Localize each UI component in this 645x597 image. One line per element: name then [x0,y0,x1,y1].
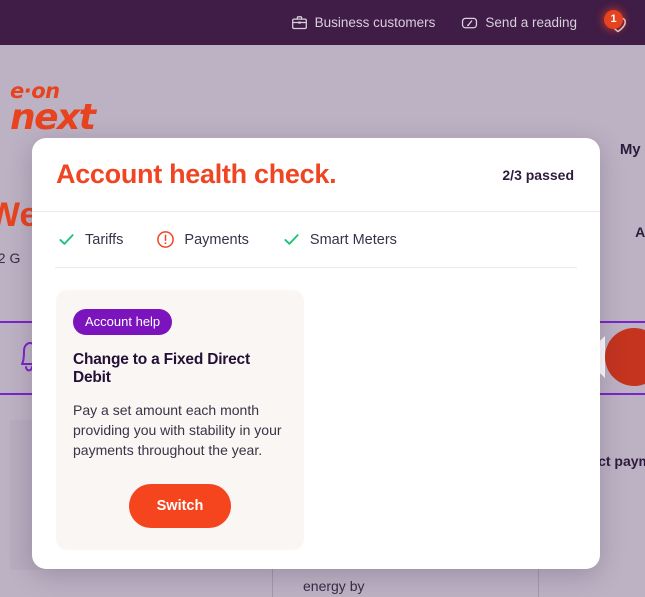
check-icon [57,230,76,249]
status-badge: 2/3 passed [502,166,574,183]
status-item-smart-meters[interactable]: Smart Meters [282,230,397,249]
card-title: Change to a Fixed Direct Debit [73,351,250,386]
saved-items-button[interactable]: 1 [603,9,633,36]
switch-button[interactable]: Switch [128,484,232,528]
alert-circle-icon [156,230,175,249]
card-action-row: Switch [73,484,287,528]
nav-item-my-account-label: My [619,141,641,158]
status-item-payments[interactable]: Payments [156,230,249,249]
send-a-reading-link[interactable]: Send a reading [461,14,577,31]
health-status-row: Tariffs Payments Smart Meters [55,212,577,268]
card-body-text: Pay a set amount each month providing yo… [73,402,282,458]
briefcase-icon [291,14,308,31]
status-item-tariffs-label: Tariffs [85,231,124,248]
status-item-tariffs[interactable]: Tariffs [57,230,123,249]
page-title: Account health check. [56,159,337,189]
nav-item-my-account[interactable]: My [620,141,641,158]
logo-next-text: next [10,97,96,138]
account-number-text: 92 G [0,250,21,266]
modal-card-area: Account help Change to a Fixed Direct De… [32,268,600,550]
status-item-payments-label: Payments [184,231,249,248]
energy-by-text: energy by [303,578,365,594]
account-help-card: Account help Change to a Fixed Direct De… [56,290,304,550]
business-customers-link[interactable]: Business customers [291,14,436,31]
eon-next-logo[interactable]: e·on next [10,81,110,136]
check-icon [282,230,301,249]
send-a-reading-label: Send a reading [485,15,577,30]
right-column-heading: Ac [635,224,645,240]
next-payment-heading: ct paym [598,453,645,469]
business-customers-label: Business customers [314,15,436,30]
account-health-check-modal: Account health check. 2/3 passed Tariffs [32,138,600,569]
utility-bar: Business customers Send a reading 1 [0,0,645,45]
app-root: Business customers Send a reading 1 e·on… [0,0,645,597]
notification-badge: 1 [604,9,623,29]
modal-header: Account health check. 2/3 passed [32,138,600,212]
status-item-smart-meters-label: Smart Meters [309,231,397,248]
account-help-pill: Account help [73,309,173,335]
meter-gauge-icon [461,14,478,31]
